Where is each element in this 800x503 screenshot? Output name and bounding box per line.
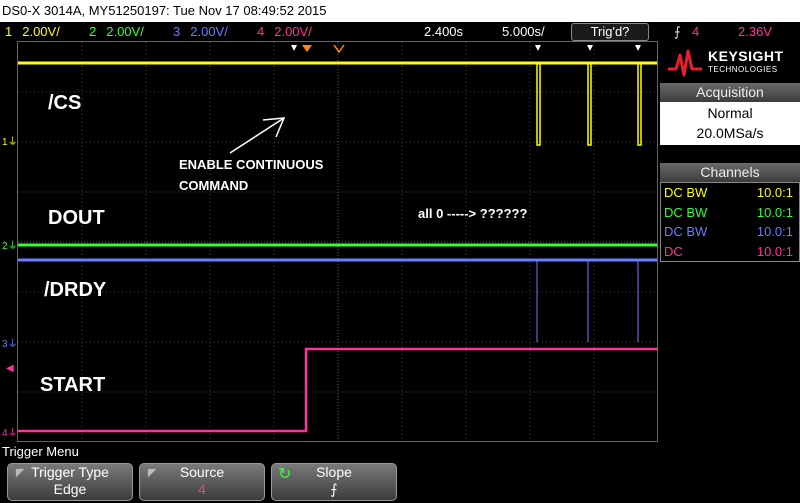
keysight-logo-icon (668, 49, 702, 77)
channel-row-3[interactable]: DC BW 10.0:1 (661, 222, 799, 242)
acquisition-header[interactable]: Acquisition (660, 83, 800, 102)
trigger-position-marker (302, 45, 312, 52)
channel-row-1[interactable]: DC BW 10.0:1 (661, 183, 799, 203)
window-title-bar: DS0-X 3014A, MY51250197: Tue Nov 17 08:4… (0, 0, 800, 22)
channel-row-2[interactable]: DC BW 10.0:1 (661, 203, 799, 223)
all-zero-note: all 0 -----> ?????? (418, 206, 528, 221)
source-softkey[interactable]: Source 4 (139, 463, 265, 501)
rising-edge-icon: ⨍ (674, 24, 681, 39)
drdy-label: /DRDY (44, 279, 107, 301)
acquisition-mode: Normal (707, 105, 753, 121)
slope-softkey[interactable]: ↻ Slope ⨍ (271, 463, 397, 501)
ch2-scale[interactable]: 2 2.00V/ (89, 22, 144, 41)
time-position[interactable]: 2.400s (424, 22, 463, 41)
time-marker (635, 45, 641, 51)
ch4-ground-marker[interactable]: 4⏚ (2, 424, 18, 439)
start-label: START (40, 374, 106, 396)
channel-row-4[interactable]: DC 10.0:1 (661, 242, 799, 262)
trigger-level[interactable]: 2.36V (738, 22, 772, 41)
trigger-type-softkey[interactable]: Trigger Type Edge (7, 463, 133, 501)
annotation-arrow (229, 117, 286, 154)
channels-header[interactable]: Channels (660, 163, 800, 182)
status-bar: 1 2.00V/ 2 2.00V/ 3 2.00V/ 4 2.00V/ 2.400s 5… (0, 22, 800, 41)
brand-sub: TECHNOLOGIES (708, 65, 778, 74)
channels-panel: DC BW 10.0:1 DC BW 10.0:1 DC BW 10.0:1 DC 10… (660, 182, 800, 262)
ch4-trigger-level-marker[interactable]: ◀ (6, 363, 14, 374)
window-title: DS0-X 3014A, MY51250197: Tue Nov 17 08:4… (2, 3, 327, 18)
menu-title: Trigger Menu (2, 444, 79, 459)
waveform-display[interactable] (17, 41, 658, 442)
time-marker (535, 45, 541, 51)
ch1-scale[interactable]: 1 2.00V/ (5, 22, 60, 41)
cs-label: /CS (48, 92, 82, 114)
brand-logo: KEYSIGHT TECHNOLOGIES (660, 41, 800, 81)
brand-name: KEYSIGHT (708, 48, 784, 64)
enable-note: ENABLE CONTINUOUS COMMAND (179, 157, 324, 193)
delay-marker (333, 44, 345, 54)
time-marker (291, 45, 297, 51)
time-marker (587, 45, 593, 51)
trigger-status: Trig'd? (571, 23, 649, 41)
softkey-bar: Trigger Type Edge Source 4 ↻ Slope ⨍ (0, 461, 800, 503)
ch3-ground-marker[interactable]: 3⏚ (2, 335, 18, 350)
trigger-source[interactable]: 4 (692, 22, 699, 41)
ch4-scale[interactable]: 4 2.00V/ (257, 22, 312, 41)
rotate-knob-icon: ↻ (278, 466, 292, 483)
ch2-ground-marker[interactable]: 2⏚ (2, 237, 18, 252)
waveform-canvas (18, 42, 657, 441)
ch3-scale[interactable]: 3 2.00V/ (173, 22, 228, 41)
time-scale[interactable]: 5.000s/ (502, 22, 545, 41)
sample-rate: 20.0MSa/s (696, 125, 764, 141)
graticule-center-axes (18, 42, 657, 441)
ch1-ground-marker[interactable]: 1⏚ (2, 133, 18, 148)
dout-label: DOUT (48, 207, 105, 229)
acquisition-panel: Normal 20.0MSa/s (660, 102, 800, 145)
